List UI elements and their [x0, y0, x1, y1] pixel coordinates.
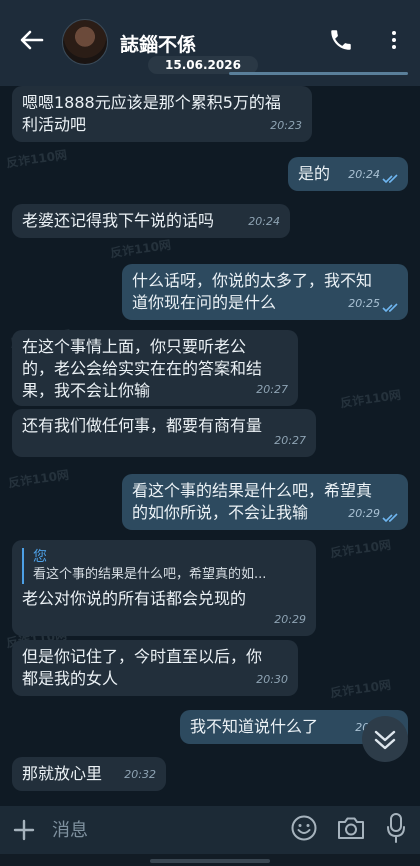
watermark-text: 反诈110网: [7, 467, 70, 491]
message-text: 什么话呀，你说的太多了，我不知: [132, 271, 373, 290]
message-text: 嗯嗯1888元应该是那个累积5万的福: [22, 93, 281, 112]
quote-sender: 您: [33, 549, 47, 565]
contact-name[interactable]: 誌錙不係: [120, 30, 196, 57]
message-time: 20:32: [124, 768, 156, 781]
read-receipt-icon: [382, 174, 398, 184]
read-receipt-icon: [382, 513, 398, 523]
watermark-text: 反诈110网: [329, 537, 392, 561]
message-bubble-incoming[interactable]: 您 看这个事的结果是什么吧，希望真的如... 老公对你说的所有话都会兑现的 20…: [12, 540, 316, 636]
message-time: 20:29: [274, 613, 306, 626]
message-bubble-incoming[interactable]: 还有我们做任何事，都要有商有量 20:27: [12, 409, 316, 457]
message-bubble-outgoing[interactable]: 是的 20:24: [288, 157, 408, 191]
message-time: 20:25: [348, 297, 380, 310]
contact-avatar[interactable]: [62, 19, 108, 65]
emoji-icon[interactable]: [290, 814, 318, 842]
message-bubble-incoming[interactable]: 老婆还记得我下午说的话吗 20:24: [12, 204, 290, 238]
watermark-text: 反诈110网: [109, 237, 172, 261]
watermark-text: 反诈110网: [339, 387, 402, 411]
message-time: 20:27: [256, 383, 288, 396]
camera-icon[interactable]: [336, 815, 366, 841]
message-input[interactable]: [50, 815, 254, 845]
chevron-double-down-icon: [374, 730, 396, 750]
message-text: 的，老公会给实实在在的答案和结: [22, 359, 263, 378]
message-time: 20:23: [270, 119, 302, 132]
more-vertical-icon[interactable]: [384, 28, 404, 54]
message-time: 20:27: [274, 434, 306, 447]
message-bubble-outgoing[interactable]: 看这个事的结果是什么吧，希望真 的如你所说，不会让我输 20:29: [122, 474, 408, 530]
plus-icon[interactable]: [12, 818, 36, 842]
chat-screen: 誌錙不係 15.06.2026 反诈110网 反诈110网 反诈110网 反诈1…: [0, 0, 420, 866]
message-bubble-incoming[interactable]: 在这个事情上面，你只要听老公 的，老公会给实实在在的答案和结 果，我不会让你输 …: [12, 330, 298, 406]
message-bubble-outgoing[interactable]: 什么话呀，你说的太多了，我不知 道你现在问的是什么 20:25: [122, 264, 408, 320]
message-time: 20:30: [256, 673, 288, 686]
message-text: 老婆还记得我下午说的话吗: [22, 211, 215, 230]
message-text: 在这个事情上面，你只要听老公: [22, 337, 247, 356]
watermark-text: 反诈110网: [329, 677, 392, 701]
gesture-handle[interactable]: [150, 859, 270, 863]
read-receipt-icon: [382, 303, 398, 313]
watermark-text: 反诈110网: [5, 147, 68, 171]
message-time: 20:24: [348, 168, 380, 181]
message-text: 果，我不会让你输: [22, 381, 151, 400]
scroll-down-button[interactable]: [362, 716, 408, 762]
reply-quote[interactable]: 您 看这个事的结果是什么吧，希望真的如...: [22, 548, 306, 584]
message-text: 还有我们做任何事，都要有商有量: [22, 416, 263, 435]
message-bubble-incoming[interactable]: 那就放心里 20:32: [12, 757, 166, 791]
message-time: 20:24: [248, 215, 280, 228]
message-bubble-incoming[interactable]: 嗯嗯1888元应该是那个累积5万的福 利活动吧 20:23: [12, 86, 312, 142]
message-text: 老公对你说的所有话都会兑现的: [22, 589, 247, 608]
phone-icon[interactable]: [328, 27, 354, 53]
message-time: 20:29: [348, 507, 380, 520]
message-text: 利活动吧: [22, 115, 87, 134]
quote-text: 看这个事的结果是什么吧，希望真的如...: [33, 567, 267, 582]
scroll-indicator: [229, 72, 408, 75]
message-text: 都是我的女人: [22, 669, 119, 688]
arrow-left-icon[interactable]: [18, 26, 46, 54]
message-bubble-incoming[interactable]: 但是你记住了，今时直至以后，你 都是我的女人 20:30: [12, 640, 298, 696]
microphone-icon[interactable]: [386, 812, 406, 844]
message-text: 看这个事的结果是什么吧，希望真: [132, 481, 373, 500]
message-text: 但是你记住了，今时直至以后，你: [22, 647, 263, 666]
